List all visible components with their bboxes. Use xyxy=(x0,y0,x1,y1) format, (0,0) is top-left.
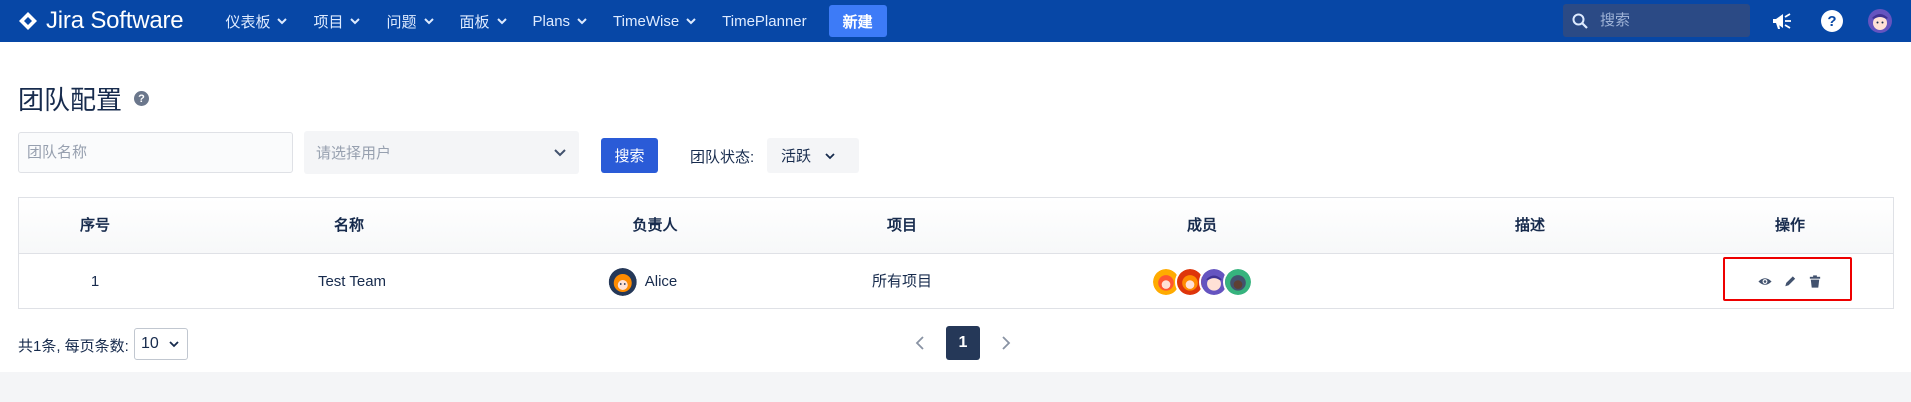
cell-index: 1 xyxy=(90,273,100,290)
chevron-down-icon xyxy=(496,18,507,25)
column-header-owner: 负责人 xyxy=(632,217,678,234)
cell-team-name: Test Team xyxy=(317,273,387,290)
menu-plans[interactable]: Plans xyxy=(533,0,588,42)
page-footer-band xyxy=(0,372,1911,402)
total-count-text: 共1条, 每页条数: xyxy=(18,338,129,355)
owner-avatar xyxy=(608,267,637,296)
jira-diamond-icon xyxy=(19,12,37,30)
next-page-icon[interactable] xyxy=(1000,335,1012,351)
menu-label: TimePlanner xyxy=(722,12,807,30)
column-header-project: 项目 xyxy=(886,217,918,234)
owner-name: Alice xyxy=(644,273,678,290)
menu-boards[interactable]: 面板 xyxy=(460,0,507,42)
chevron-down-icon xyxy=(554,148,566,156)
user-select-placeholder: 请选择用户 xyxy=(316,145,392,162)
jira-logo[interactable]: Jira Software xyxy=(18,7,184,35)
chevron-down-icon xyxy=(350,18,361,25)
page-title: 团队配置 ? xyxy=(18,80,150,117)
search-icon xyxy=(1572,13,1588,29)
global-search-input[interactable] xyxy=(1600,12,1740,29)
menu-label: 项目 xyxy=(313,13,344,31)
chevron-down-icon xyxy=(423,18,434,25)
menu-timewise[interactable]: TimeWise xyxy=(613,0,696,42)
column-header-description: 描述 xyxy=(1514,217,1546,234)
logo-text: Jira Software xyxy=(46,7,184,34)
global-search[interactable] xyxy=(1563,4,1750,37)
team-status-select[interactable]: 活跃 xyxy=(767,138,859,173)
team-status-label: 团队状态: xyxy=(690,149,755,166)
column-header-name: 名称 xyxy=(333,217,365,234)
actions-highlight-box xyxy=(1723,257,1852,301)
chevron-down-icon xyxy=(825,152,835,159)
team-table: 序号 名称 负责人 项目 成员 描述 操作 1 Test Team Alice … xyxy=(18,197,1894,309)
member-avatars xyxy=(1151,266,1253,297)
help-icon[interactable]: ? xyxy=(1820,9,1844,33)
main-menu: 仪表板 项目 问题 面板 Plans TimeWise TimePlanner … xyxy=(225,0,887,42)
menu-issues[interactable]: 问题 xyxy=(386,0,434,42)
page-title-text: 团队配置 xyxy=(18,85,123,115)
chevron-down-icon xyxy=(686,18,696,25)
chevron-down-icon xyxy=(277,18,288,25)
chevron-down-icon xyxy=(577,18,587,25)
chevron-down-icon xyxy=(169,341,179,348)
member-avatar[interactable] xyxy=(1223,266,1253,297)
menu-label: 问题 xyxy=(386,13,417,31)
create-button[interactable]: 新建 xyxy=(828,5,887,37)
team-name-input[interactable] xyxy=(18,132,293,173)
cell-members xyxy=(1151,254,1253,309)
menu-dashboards[interactable]: 仪表板 xyxy=(225,0,288,42)
column-header-actions: 操作 xyxy=(1774,217,1806,234)
team-status-value: 活跃 xyxy=(781,148,812,165)
table-header xyxy=(19,198,1893,254)
search-button[interactable]: 搜索 xyxy=(601,138,658,173)
cell-owner: Alice xyxy=(608,254,678,309)
menu-label: Plans xyxy=(532,12,571,30)
cell-project: 所有项目 xyxy=(871,273,933,290)
page-button-current[interactable]: 1 xyxy=(946,326,980,360)
menu-timeplanner[interactable]: TimePlanner xyxy=(722,0,806,42)
help-icon[interactable]: ? xyxy=(134,91,150,106)
pagination: 1 xyxy=(914,326,1012,360)
menu-projects[interactable]: 项目 xyxy=(313,0,361,42)
user-select[interactable]: 请选择用户 xyxy=(304,131,579,174)
svg-text:?: ? xyxy=(1827,13,1836,30)
page-size-select[interactable]: 10 xyxy=(134,328,188,360)
user-avatar[interactable] xyxy=(1868,9,1892,33)
menu-label: 仪表板 xyxy=(225,13,271,31)
top-navigation-bar: Jira Software 仪表板 项目 问题 面板 Plans TimeWis… xyxy=(0,0,1911,42)
column-header-index: 序号 xyxy=(79,217,111,234)
previous-page-icon[interactable] xyxy=(914,335,926,351)
menu-label: TimeWise xyxy=(613,12,680,30)
page-size-value: 10 xyxy=(141,335,159,352)
menu-label: 面板 xyxy=(459,13,490,31)
megaphone-icon[interactable] xyxy=(1770,9,1794,33)
column-header-members: 成员 xyxy=(1186,217,1218,234)
